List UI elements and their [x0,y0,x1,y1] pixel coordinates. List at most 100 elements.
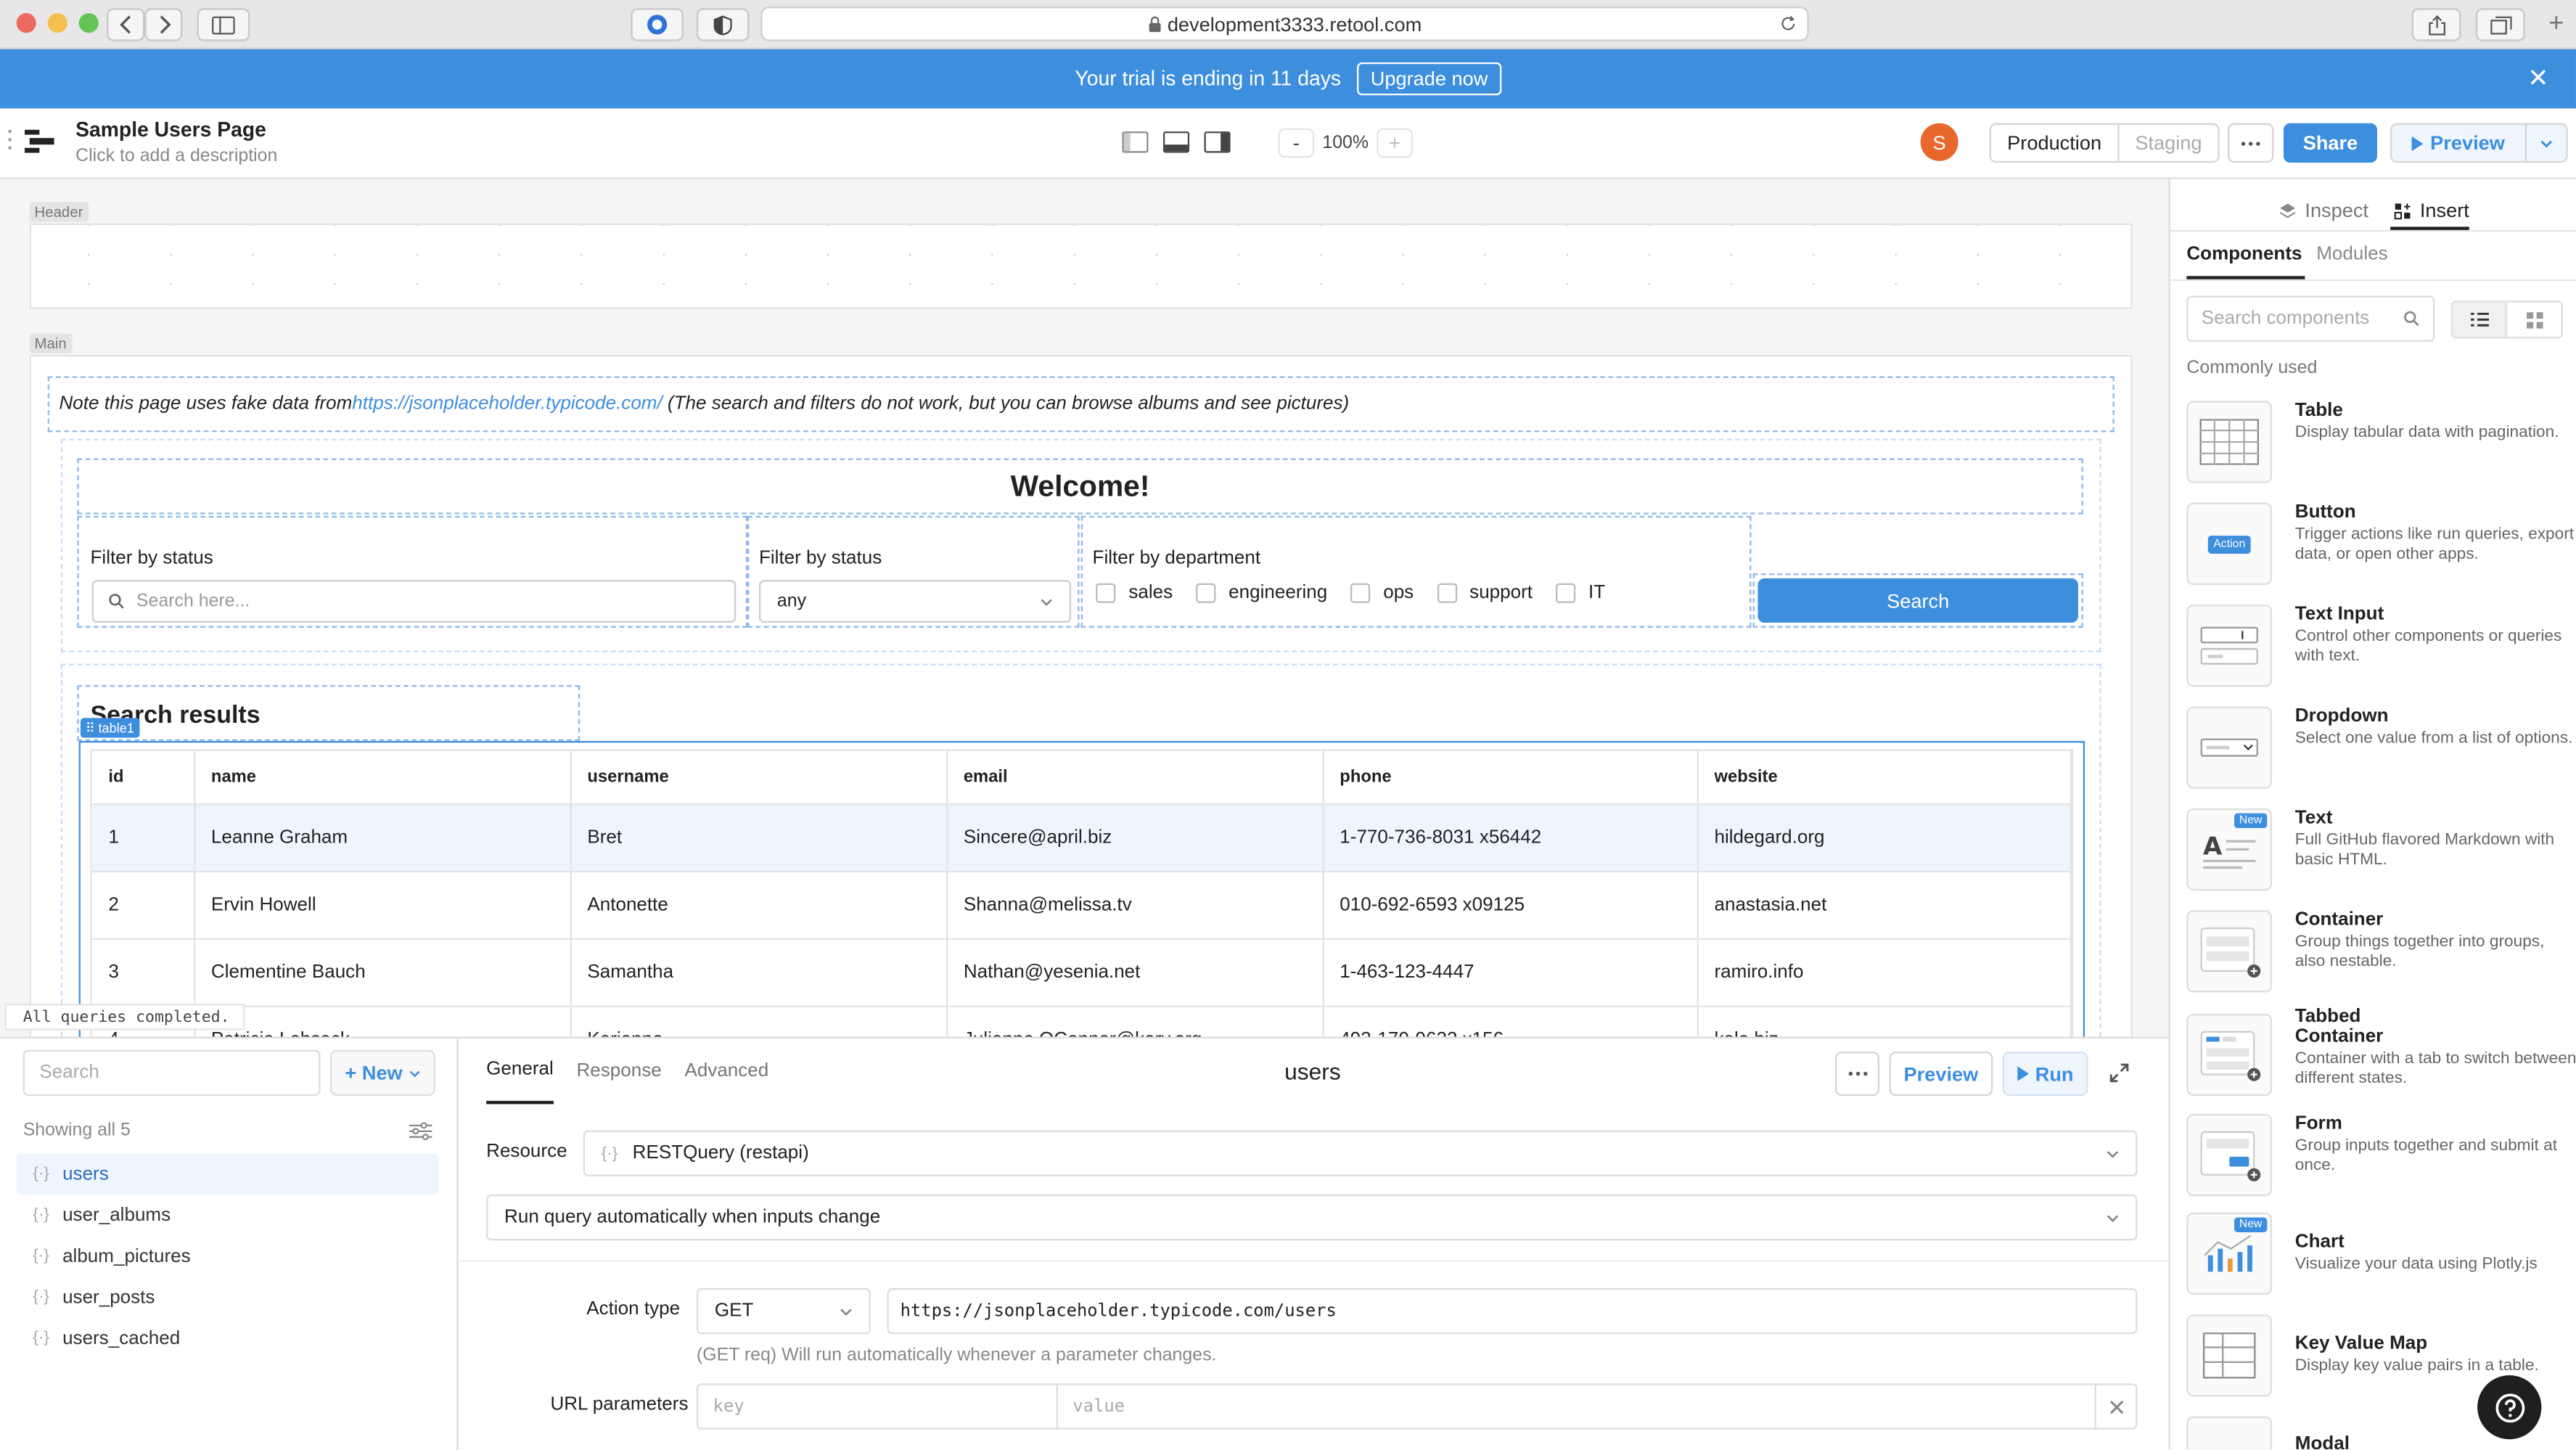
drag-handle-icon[interactable] [7,128,13,152]
query-item-album-pictures[interactable]: {·} album_pictures [17,1236,439,1277]
note-link[interactable]: https://jsonplaceholder.typicode.com/ [352,394,662,414]
user-avatar[interactable]: S [1920,123,1958,161]
query-item-users-cached[interactable]: {·} users_cached [17,1318,439,1359]
column-header-phone[interactable]: phone [1322,750,1698,805]
help-button[interactable] [2477,1375,2542,1440]
column-header-website[interactable]: website [1697,750,2072,805]
subtab-modules[interactable]: Modules [2316,245,2387,264]
component-tabbed-container[interactable]: Tabbed Container Container with a tab to … [2186,1007,2576,1097]
expand-icon[interactable] [2109,1063,2129,1083]
query-more-button[interactable] [1834,1051,1880,1097]
checkbox-engineering[interactable]: engineering [1195,583,1327,603]
close-window-button[interactable] [16,13,36,33]
zoom-out-button[interactable]: - [1278,128,1315,158]
filter-settings-icon[interactable] [409,1122,432,1141]
reload-icon[interactable] [1779,15,1797,33]
table-frame[interactable]: id name username email phone website 1 L… [78,741,2085,1037]
bottom-panel-toggle-icon[interactable] [1162,131,1190,153]
component-dropdown[interactable]: Dropdown Select one value from a list of … [2186,706,2576,789]
component-container[interactable]: Container Group things together into grou… [2186,910,2576,993]
component-chart[interactable]: New Chart Visualize your data using Plotl… [2186,1212,2576,1295]
checkbox-ops[interactable]: ops [1350,583,1414,603]
preview-button[interactable]: Preview [2392,125,2527,161]
param-value-input[interactable]: value [1058,1385,2096,1428]
forward-button[interactable] [144,8,183,41]
action-url-input[interactable]: https://jsonplaceholder.typicode.com/use… [887,1287,2138,1335]
table-row[interactable]: 1 Leanne Graham Bret Sincere@april.biz 1… [91,803,2072,872]
close-icon[interactable] [2530,69,2547,86]
chart-component-icon: New [2186,1212,2273,1295]
app-description[interactable]: Click to add a description [75,146,277,165]
run-mode-select[interactable]: Run query automatically when inputs chan… [486,1194,2138,1241]
preview-dropdown-button[interactable] [2527,125,2567,161]
share-button[interactable]: Share [2283,123,2378,163]
left-panel-toggle-icon[interactable] [1122,131,1149,153]
filter-department-label: Filter by department [1092,549,1261,569]
url-params-row: key value [696,1383,2138,1430]
checkbox-it[interactable]: IT [1555,583,1605,603]
more-options-button[interactable] [2227,123,2274,163]
new-tab-button[interactable]: + [2540,10,2572,43]
upgrade-button[interactable]: Upgrade now [1357,62,1501,96]
component-text-input[interactable]: Text Input Control other components or qu… [2186,605,2576,687]
status-dropdown[interactable]: any [758,580,1072,623]
tab-insert[interactable]: Insert [2394,192,2469,229]
tab-advanced[interactable]: Advanced [684,1039,768,1105]
component-table[interactable]: Table Display tabular data with paginatio… [2186,401,2576,483]
component-text[interactable]: New A Text Full GitHub flavored Markdown … [2186,808,2576,891]
env-staging-button[interactable]: Staging [2120,125,2218,161]
action-method-select[interactable]: GET [696,1287,871,1335]
table-component-tag[interactable]: ⠿ table1 [80,718,139,738]
privacy-extension-button[interactable] [696,8,750,41]
right-panel-toggle-icon[interactable] [1204,131,1231,153]
column-header-id[interactable]: id [91,750,195,805]
table-row[interactable]: 3 Clementine Bauch Samantha Nathan@yesen… [91,938,2072,1007]
param-key-input[interactable]: key [698,1385,1059,1428]
header-frame[interactable] [29,223,2133,309]
back-button[interactable] [107,8,145,41]
component-search-input[interactable]: Search components [2186,295,2435,342]
resource-select[interactable]: {·} RESTQuery (restapi) [583,1130,2138,1177]
maximize-window-button[interactable] [78,13,99,33]
tabs-overview-button[interactable] [2475,8,2525,41]
retool-logo-icon[interactable] [24,128,54,155]
component-button[interactable]: Action Button Trigger actions like run qu… [2186,502,2576,585]
column-header-email[interactable]: email [946,750,1324,805]
checkbox-support[interactable]: support [1436,583,1533,603]
zoom-in-button[interactable]: + [1377,128,1414,158]
minimize-window-button[interactable] [47,13,67,33]
run-query-button[interactable]: Run [2002,1051,2088,1097]
new-query-button[interactable]: + New [330,1049,435,1097]
help-icon [2495,1393,2524,1422]
column-header-username[interactable]: username [570,750,948,805]
search-button-frame: Search [1752,573,2083,628]
remove-param-button[interactable] [2096,1399,2136,1414]
address-bar[interactable]: development3333.retool.com [760,7,1809,41]
list-view-button[interactable] [2453,302,2507,337]
query-name[interactable]: users [1181,1058,1444,1084]
checkbox-sales[interactable]: sales [1096,583,1173,603]
cell-email: Sincere@april.biz [946,803,1324,872]
search-button[interactable]: Search [1757,578,2078,623]
subtab-components[interactable]: Components [2186,245,2302,277]
table-row[interactable]: 2 Ervin Howell Antonette Shanna@melissa.… [91,870,2072,939]
column-header-name[interactable]: name [194,750,571,805]
grid-view-button[interactable] [2507,303,2561,337]
query-item-users[interactable]: {·} users [16,1153,439,1195]
search-input[interactable]: Search here... [91,580,737,623]
query-item-user-posts[interactable]: {·} user_posts [17,1277,439,1318]
query-item-user-albums[interactable]: {·} user_albums [17,1195,439,1236]
component-form[interactable]: Form Group inputs together and submit at … [2186,1113,2576,1197]
table-row[interactable]: 4 Patricia Lebsack Karianne Julianne.OCo… [91,1005,2072,1037]
query-search-input[interactable]: Search [22,1049,321,1097]
browser-share-button[interactable] [2411,8,2461,41]
department-checkboxes: sales engineering ops support IT [1096,583,1605,603]
tab-response[interactable]: Response [576,1039,661,1105]
query-preview-button[interactable]: Preview [1889,1051,1993,1097]
env-production-button[interactable]: Production [1991,125,2120,161]
password-extension-button[interactable] [631,8,684,41]
sidebar-toggle-button[interactable] [197,8,250,41]
tab-general[interactable]: General [486,1039,554,1105]
tab-inspect[interactable]: Inspect [2278,192,2368,229]
app-title[interactable]: Sample Users Page [75,118,266,142]
